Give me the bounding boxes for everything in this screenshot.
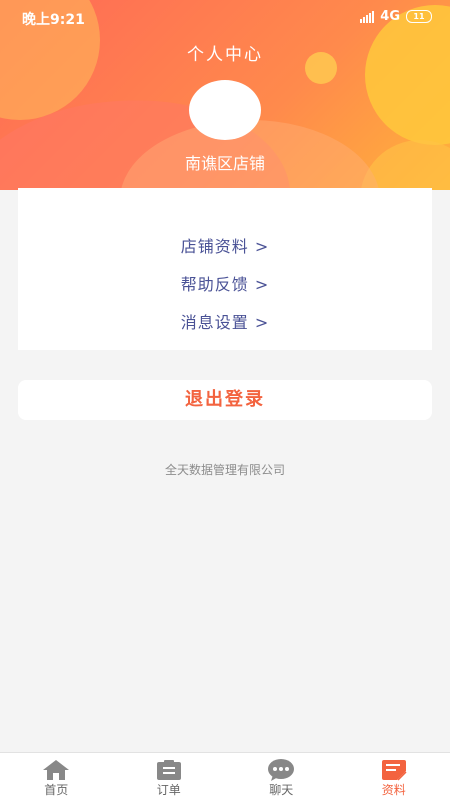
status-bar: 晚上9:21 4G 11 (0, 0, 450, 34)
tab-label: 首页 (0, 781, 113, 798)
tab-label: 资料 (338, 781, 450, 798)
signal-icon (360, 11, 374, 23)
store-name: 南谯区店铺 (0, 150, 450, 174)
profile-icon (380, 759, 408, 781)
tab-orders[interactable]: 订单 (113, 753, 226, 801)
profile-header: 晚上9:21 4G 11 个人中心 南谯区店铺 (0, 0, 450, 190)
tab-label: 聊天 (225, 781, 338, 798)
order-icon (155, 759, 183, 781)
tab-chat[interactable]: 聊天 (225, 753, 338, 801)
company-name: 全天数据管理有限公司 (0, 461, 450, 478)
menu-card: 店铺资料 > 帮助反馈 > 消息设置 > (18, 188, 432, 350)
tab-home[interactable]: 首页 (0, 753, 113, 801)
battery-icon: 11 (406, 10, 432, 23)
page-title: 个人中心 (0, 40, 450, 65)
menu-item-message-settings[interactable]: 消息设置 > (18, 309, 432, 333)
chat-icon (267, 759, 295, 781)
network-type: 4G (380, 9, 400, 24)
bottom-tab-bar: 首页 订单 聊天 资料 (0, 752, 450, 801)
tab-profile[interactable]: 资料 (338, 753, 450, 801)
status-indicators: 4G 11 (360, 9, 432, 24)
tab-label: 订单 (113, 781, 226, 798)
status-time: 晚上9:21 (22, 9, 85, 29)
home-icon (42, 759, 70, 781)
logout-button[interactable]: 退出登录 (18, 380, 432, 420)
menu-item-help-feedback[interactable]: 帮助反馈 > (18, 271, 432, 295)
avatar[interactable] (189, 80, 261, 140)
menu-item-store-info[interactable]: 店铺资料 > (18, 233, 432, 257)
